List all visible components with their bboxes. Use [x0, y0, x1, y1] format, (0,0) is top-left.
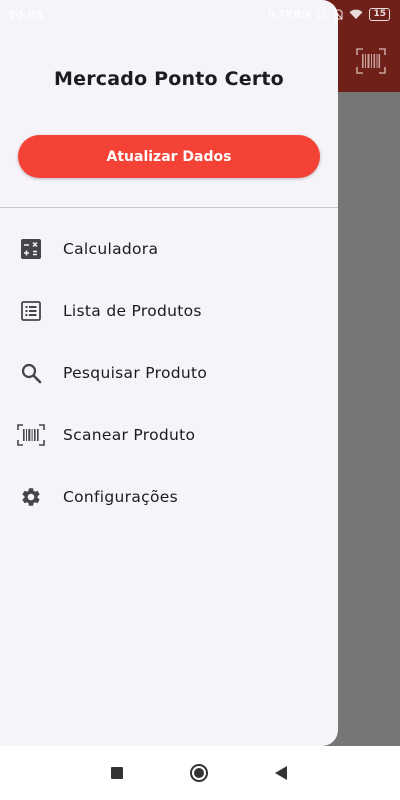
home-button[interactable]: [189, 763, 209, 783]
drawer-divider: [0, 207, 338, 208]
no-sim-icon: [334, 9, 344, 20]
alarm-icon: [317, 10, 327, 20]
gear-icon: [19, 485, 43, 509]
menu-label: Pesquisar Produto: [63, 364, 208, 382]
menu-label: Configurações: [63, 488, 178, 506]
recents-button[interactable]: [107, 763, 127, 783]
barcode-scan-icon: [17, 423, 45, 447]
update-data-button[interactable]: Atualizar Dados: [18, 135, 320, 178]
menu-item-product-list[interactable]: Lista de Produtos: [0, 287, 338, 335]
wifi-icon: [349, 9, 363, 19]
back-button[interactable]: [271, 763, 291, 783]
menu-item-calculator[interactable]: Calculadora: [0, 225, 338, 273]
calculator-icon: [19, 237, 43, 261]
status-time: 20:05: [8, 9, 44, 22]
menu-label: Calculadora: [63, 240, 159, 258]
list-icon: [19, 299, 43, 323]
square-icon: [111, 767, 123, 779]
menu-item-settings[interactable]: Configurações: [0, 473, 338, 521]
circle-icon: [190, 764, 208, 782]
barcode-scan-icon[interactable]: [356, 48, 386, 74]
navigation-drawer: Mercado Ponto Certo Atualizar Dados Calc…: [0, 0, 338, 746]
status-indicators: 0,7KB/s 15: [268, 8, 390, 21]
menu-item-scan-product[interactable]: Scanear Produto: [0, 411, 338, 459]
drawer-title: Mercado Ponto Certo: [54, 68, 284, 90]
system-navigation-bar: [0, 746, 400, 800]
search-icon: [19, 361, 43, 385]
menu-item-search-product[interactable]: Pesquisar Produto: [0, 349, 338, 397]
network-speed: 0,7KB/s: [267, 9, 311, 20]
menu-label: Scanear Produto: [63, 426, 196, 444]
menu-label: Lista de Produtos: [63, 302, 202, 320]
back-triangle-icon: [275, 766, 287, 780]
battery-indicator: 15: [369, 8, 390, 21]
status-bar: 20:05 0,7KB/s 15: [0, 0, 400, 32]
